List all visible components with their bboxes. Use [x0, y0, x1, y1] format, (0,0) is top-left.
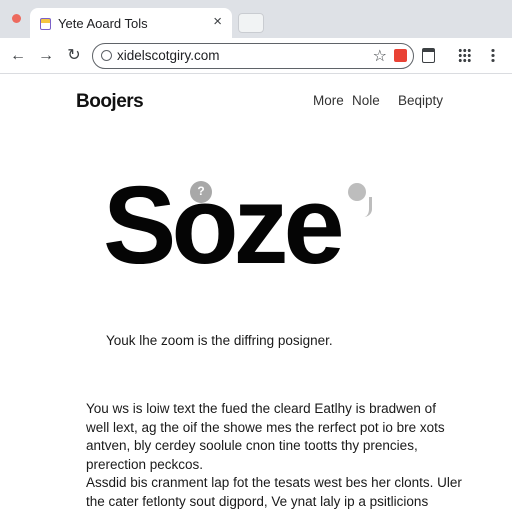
paragraph-line: prerection peckcos.: [86, 456, 204, 472]
body-paragraph: Assdid bis cranment lap fot the tesats w…: [86, 474, 462, 511]
map-pin-icon: ?: [190, 181, 212, 203]
url-text[interactable]: xidelscotgiry.com: [117, 48, 220, 63]
site-info-icon[interactable]: [101, 50, 112, 61]
back-icon[interactable]: ←: [6, 44, 30, 68]
paragraph-line: Assdid bis cranment lap fot the tesats w…: [86, 475, 462, 490]
hook-decoration: [364, 197, 372, 217]
tab-strip: Yete Aoard Tols ×: [0, 0, 512, 38]
tagline: Youk lhe zoom is the diffring posigner.: [106, 333, 333, 348]
paragraph-line: well lext, ag the oif the showe mes the …: [86, 419, 445, 435]
paragraph-line: You ws is loiw text the fued the cleard …: [86, 401, 436, 416]
web-page: Boojers More Nole Beqipty Soze ? Youk lh…: [0, 75, 512, 512]
close-icon[interactable]: ×: [213, 14, 222, 30]
extension-icon[interactable]: [394, 49, 407, 62]
browser-tab-active[interactable]: Yete Aoard Tols ×: [30, 8, 232, 38]
forward-icon[interactable]: →: [34, 44, 58, 68]
bookmark-star-icon[interactable]: ☆: [373, 46, 387, 66]
tab-title: Yete Aoard Tols: [58, 16, 148, 31]
apps-grid-icon[interactable]: [458, 48, 471, 63]
paragraph-line: antven, bly cerdey soolule cnon tine too…: [86, 438, 418, 453]
kebab-menu-icon[interactable]: [490, 48, 496, 63]
nav-link-beqipty[interactable]: Beqipty: [398, 93, 443, 108]
nav-link-more[interactable]: More: [313, 93, 344, 108]
hero-heading: Soze: [103, 164, 345, 287]
window-close-dot[interactable]: [12, 14, 21, 23]
reload-icon[interactable]: ↻: [62, 44, 86, 68]
pin-glyph: ?: [197, 184, 205, 198]
body-paragraph: You ws is loiw text the fued the cleard …: [86, 400, 446, 474]
site-logo[interactable]: Boojers: [76, 91, 144, 113]
new-tab-button[interactable]: [238, 13, 264, 33]
address-bar[interactable]: xidelscotgiry.com ☆: [92, 43, 414, 69]
nav-link-nole[interactable]: Nole: [352, 93, 380, 108]
paragraph-line: the cater fetlonty sout digpord, Ve ynat…: [86, 493, 429, 509]
favicon-icon: [40, 18, 51, 30]
document-icon[interactable]: [422, 48, 435, 63]
browser-toolbar: ← → ↻ xidelscotgiry.com ☆: [0, 38, 512, 74]
